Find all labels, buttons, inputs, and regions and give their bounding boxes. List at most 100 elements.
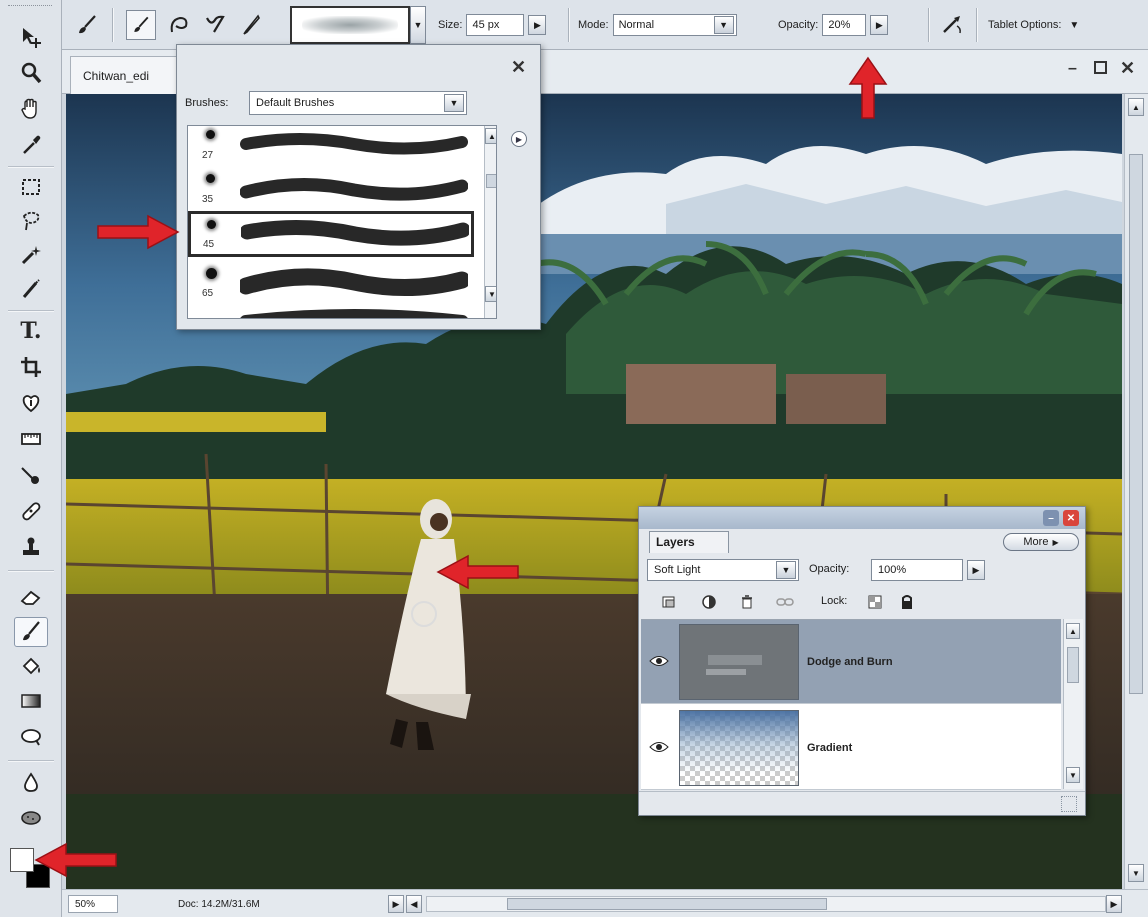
brush-picker-popup: ✕ Brushes: Default Brushes ▼ 27 35 45 65	[176, 44, 541, 330]
layer-list-scrollbar[interactable]: ▲ ▼	[1063, 619, 1083, 789]
resize-grip[interactable]	[1061, 796, 1077, 812]
brush-item-selected[interactable]: 45	[188, 211, 474, 257]
paint-bucket-tool[interactable]	[14, 652, 48, 682]
layer-row-selected[interactable]: Dodge and Burn	[641, 620, 1061, 704]
scroll-up-button[interactable]: ▲	[1128, 98, 1144, 116]
brush-icon	[23, 621, 40, 641]
brush-item[interactable]	[188, 306, 474, 318]
layer-row[interactable]: Gradient	[641, 706, 1061, 790]
brush-item[interactable]: 65	[188, 260, 474, 306]
options-separator	[976, 8, 978, 42]
brush-picker-dropdown-button[interactable]: ▼	[410, 6, 426, 44]
scroll-up-button[interactable]: ▲	[1066, 623, 1080, 639]
scroll-thumb[interactable]	[1129, 154, 1143, 694]
gradient-tool[interactable]	[14, 686, 48, 716]
airbrush-toggle[interactable]	[940, 0, 966, 50]
cookie-cutter-tool[interactable]	[14, 388, 48, 418]
shape-tool[interactable]	[14, 722, 48, 752]
brush-tool[interactable]	[14, 617, 48, 647]
healing-brush-tool[interactable]	[14, 496, 48, 526]
new-layer-icon[interactable]	[659, 593, 679, 611]
options-separator	[928, 8, 930, 42]
sponge-tool[interactable]	[14, 802, 48, 832]
lasso-tool[interactable]	[14, 206, 48, 236]
straighten-tool[interactable]	[14, 424, 48, 454]
pencil-icon[interactable]	[238, 12, 264, 38]
lock-icon[interactable]	[897, 593, 917, 611]
brush-type-group	[126, 0, 264, 50]
document-title: Chitwan_edi	[83, 69, 150, 83]
thumbnail-mark	[706, 669, 746, 675]
scroll-thumb[interactable]	[486, 174, 496, 188]
scroll-down-button[interactable]: ▼	[1128, 864, 1144, 882]
brush-set-select[interactable]: Default Brushes ▼	[249, 91, 467, 115]
scroll-up-button[interactable]: ▲	[485, 128, 496, 144]
selection-brush-tool[interactable]	[14, 274, 48, 304]
blend-mode-select[interactable]: Soft Light ▼	[647, 559, 799, 581]
close-icon[interactable]: ✕	[1063, 510, 1079, 526]
brush-item[interactable]: 27	[188, 126, 474, 168]
brush-options-menu-button[interactable]: ▶	[511, 131, 527, 147]
color-replacement-brush-icon[interactable]	[202, 12, 228, 38]
cookie-cutter-icon	[22, 395, 40, 413]
size-slider-button[interactable]: ▶	[528, 15, 547, 35]
type-tool[interactable]: T.	[14, 316, 48, 346]
horizontal-scroll-thumb[interactable]	[507, 898, 827, 910]
magic-wand-tool[interactable]	[14, 240, 48, 270]
scroll-right-button[interactable]: ▶	[1106, 895, 1122, 913]
brush-mode-button[interactable]	[126, 10, 156, 40]
scroll-thumb[interactable]	[1067, 647, 1079, 683]
tab-layers[interactable]: Layers	[649, 531, 729, 553]
more-button[interactable]: More ▶	[1003, 533, 1079, 551]
minimize-icon[interactable]: –	[1068, 60, 1077, 78]
tablet-options-button[interactable]: Tablet Options: ▼	[988, 0, 1079, 50]
brush-item[interactable]: 35	[188, 166, 474, 212]
scroll-down-button[interactable]: ▼	[485, 286, 496, 302]
mode-select[interactable]: Normal ▼	[612, 14, 737, 36]
opacity-input[interactable]: 20%	[822, 14, 867, 36]
palette-minimize-icon[interactable]: –	[1043, 510, 1059, 526]
layer-opacity-input[interactable]: 100%	[871, 559, 963, 581]
chevron-down-icon[interactable]: ▼	[444, 94, 464, 112]
document-tab[interactable]: Chitwan_edi	[70, 56, 188, 94]
crop-tool[interactable]	[14, 352, 48, 382]
red-eye-tool[interactable]	[14, 460, 48, 490]
opacity-slider-button[interactable]: ▶	[870, 15, 889, 35]
brush-preview[interactable]	[290, 6, 410, 44]
blur-tool[interactable]	[14, 768, 48, 798]
status-menu-button[interactable]: ▶	[388, 895, 404, 913]
vertical-scrollbar[interactable]: ▲ ▼	[1124, 94, 1148, 889]
chevron-down-icon[interactable]: ▼	[713, 16, 734, 34]
adjustment-layer-icon[interactable]	[699, 593, 719, 611]
hand-tool[interactable]	[14, 94, 48, 124]
visibility-eye-icon[interactable]	[649, 740, 669, 754]
scroll-down-button[interactable]: ▼	[1066, 767, 1080, 783]
eyedropper-tool[interactable]	[14, 130, 48, 160]
layer-opacity-slider-button[interactable]: ▶	[967, 560, 985, 580]
toolbox-grip[interactable]	[8, 5, 52, 11]
foreground-color-swatch[interactable]	[10, 848, 34, 872]
trash-icon[interactable]	[737, 593, 757, 611]
scroll-left-button[interactable]: ◀	[406, 895, 422, 913]
clone-stamp-tool[interactable]	[14, 532, 48, 562]
zoom-tool[interactable]	[14, 58, 48, 88]
horizontal-scrollbar[interactable]	[426, 896, 1106, 912]
move-tool[interactable]	[14, 22, 48, 52]
lock-transparency-icon[interactable]	[865, 593, 885, 611]
impressionist-brush-icon[interactable]	[166, 12, 192, 38]
marquee-tool[interactable]	[14, 172, 48, 202]
close-icon[interactable]: ✕	[1120, 58, 1135, 79]
link-layers-icon[interactable]	[775, 593, 795, 611]
chevron-down-icon[interactable]: ▼	[776, 561, 796, 579]
tool-preset[interactable]	[74, 0, 100, 50]
close-icon[interactable]: ✕	[511, 57, 526, 78]
maximize-icon[interactable]	[1094, 61, 1107, 74]
visibility-eye-icon[interactable]	[649, 654, 669, 668]
size-input[interactable]: 45 px	[466, 14, 525, 36]
brush-list-scrollbar[interactable]: ▲ ▼	[484, 126, 496, 318]
zoom-field[interactable]: 50%	[68, 895, 118, 913]
eraser-tool[interactable]	[14, 582, 48, 612]
brush-preview-picker[interactable]: ▼	[290, 0, 426, 50]
chevron-down-icon: ▼	[1069, 19, 1080, 31]
palette-titlebar[interactable]: – ✕	[639, 507, 1085, 529]
